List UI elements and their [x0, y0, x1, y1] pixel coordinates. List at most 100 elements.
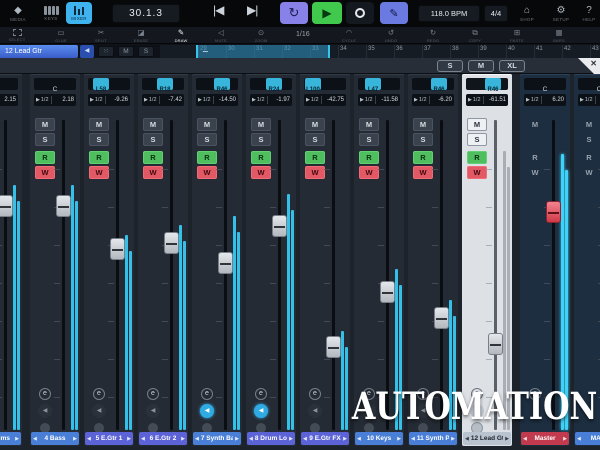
- tool-bars[interactable]: ▦BARS: [544, 28, 574, 43]
- mixer-size-medium-button[interactable]: M: [468, 60, 494, 72]
- level-readout[interactable]: ▶ 1/2 2.18: [34, 94, 76, 106]
- solo-button[interactable]: S: [305, 133, 325, 146]
- pan-thumb[interactable]: C: [578, 78, 600, 90]
- solo-button[interactable]: S: [89, 133, 109, 146]
- tool-split[interactable]: ✂SPLIT: [86, 28, 116, 43]
- pan-thumb[interactable]: C: [524, 78, 566, 90]
- automation-write-button[interactable]: W: [143, 166, 163, 179]
- pan-thumb[interactable]: R18: [157, 78, 173, 90]
- help-button[interactable]: ? HELP: [578, 1, 600, 26]
- mute-button[interactable]: M: [525, 118, 545, 131]
- automation-write-button[interactable]: W: [89, 166, 109, 179]
- automation-read-button[interactable]: R: [525, 151, 545, 164]
- media-button[interactable]: ◆ MEDIA: [2, 1, 34, 26]
- fader-handle[interactable]: [56, 195, 71, 217]
- monitor-button[interactable]: ◀: [308, 404, 322, 418]
- tool-select[interactable]: SELECT: [2, 28, 32, 43]
- channel-name-label[interactable]: ◀ 5 E.Gtr 1 ▶: [85, 432, 133, 445]
- level-readout[interactable]: ▶ 1/2 6.20: [524, 94, 566, 106]
- pan-thumb[interactable]: R46: [214, 78, 230, 90]
- mute-button[interactable]: M: [467, 118, 487, 131]
- fader-handle[interactable]: [488, 333, 503, 355]
- next-button[interactable]: ▶|: [247, 3, 257, 17]
- pan-slider[interactable]: R46: [466, 78, 508, 90]
- monitor-button[interactable]: ◀: [38, 404, 52, 418]
- pan-thumb[interactable]: C: [0, 78, 18, 90]
- keys-button[interactable]: KEYS: [38, 1, 64, 26]
- channel-edit-button[interactable]: e: [147, 388, 159, 400]
- tool-glue[interactable]: ▭GLUE: [46, 28, 76, 43]
- cycle-button[interactable]: ↻: [280, 2, 308, 24]
- level-readout[interactable]: ▶ 1/2 -14.50: [196, 94, 238, 106]
- automation-read-button[interactable]: R: [467, 151, 487, 164]
- track-mute-button[interactable]: M: [118, 46, 134, 57]
- snap-value[interactable]: 1/16: [296, 31, 310, 38]
- automation-write-button[interactable]: W: [35, 166, 55, 179]
- channel-name-label[interactable]: ◀ Master ▶: [521, 432, 569, 445]
- monitor-button[interactable]: ◀: [254, 404, 268, 418]
- tool-redo[interactable]: ↻REDO: [418, 28, 448, 43]
- automation-read-button[interactable]: R: [579, 151, 599, 164]
- tool-draw[interactable]: ✎DRAW: [166, 28, 196, 43]
- time-display[interactable]: 30.1.3: [112, 4, 180, 23]
- channel-edit-button[interactable]: e: [39, 388, 51, 400]
- monitor-button[interactable]: ◀: [146, 404, 160, 418]
- play-button[interactable]: ▶: [312, 2, 342, 24]
- fader-handle[interactable]: [272, 215, 287, 237]
- automation-write-button[interactable]: W: [251, 166, 271, 179]
- automation-read-button[interactable]: R: [197, 151, 217, 164]
- track-solo-button[interactable]: S: [138, 46, 154, 57]
- pan-slider[interactable]: R46: [196, 78, 238, 90]
- channel-edit-button[interactable]: e: [255, 388, 267, 400]
- monitor-button[interactable]: ◀: [92, 404, 106, 418]
- monitor-button[interactable]: ◀: [200, 404, 214, 418]
- pan-slider[interactable]: R46: [412, 78, 454, 90]
- solo-button[interactable]: S: [359, 133, 379, 146]
- fader-handle[interactable]: [110, 238, 125, 260]
- channel-name-label[interactable]: ◀ 10 Keys ▶: [355, 432, 403, 445]
- automation-read-button[interactable]: R: [359, 151, 379, 164]
- channel-edit-button[interactable]: e: [201, 388, 213, 400]
- fader-handle[interactable]: [434, 307, 449, 329]
- mixer-button[interactable]: MIXER: [66, 2, 92, 24]
- fader-handle[interactable]: [164, 232, 179, 254]
- automation-read-button[interactable]: R: [305, 151, 325, 164]
- pan-thumb[interactable]: L58: [93, 78, 109, 90]
- tool-paste[interactable]: ⊞PASTE: [502, 28, 532, 43]
- solo-button[interactable]: S: [143, 133, 163, 146]
- channel-edit-button[interactable]: e: [93, 388, 105, 400]
- pan-slider[interactable]: R24: [250, 78, 292, 90]
- automation-read-button[interactable]: R: [251, 151, 271, 164]
- time-signature-display[interactable]: 4/4: [484, 5, 508, 22]
- record-button[interactable]: [346, 2, 374, 24]
- automation-read-button[interactable]: R: [89, 151, 109, 164]
- mute-button[interactable]: M: [89, 118, 109, 131]
- automation-write-button[interactable]: W: [305, 166, 325, 179]
- channel-name-label[interactable]: ◀ 7 Synth Bass ▶: [193, 432, 241, 445]
- shop-button[interactable]: ⌂ SHOP: [512, 1, 542, 26]
- bpm-display[interactable]: 118.0 BPM: [418, 5, 480, 22]
- channel-edit-button[interactable]: e: [309, 388, 321, 400]
- mute-button[interactable]: M: [35, 118, 55, 131]
- mute-button[interactable]: M: [143, 118, 163, 131]
- channel-name-label[interactable]: ◀ 9 E.Gtr FX ▶: [301, 432, 349, 445]
- pan-slider[interactable]: L58: [88, 78, 130, 90]
- solo-button[interactable]: S: [467, 133, 487, 146]
- mute-button[interactable]: M: [305, 118, 325, 131]
- pan-slider[interactable]: C: [0, 78, 18, 90]
- mute-button[interactable]: M: [413, 118, 433, 131]
- automation-read-button[interactable]: R: [143, 151, 163, 164]
- pan-slider[interactable]: L47: [358, 78, 400, 90]
- level-readout[interactable]: ▶ 1/2 -61.51: [466, 94, 508, 106]
- solo-button[interactable]: S: [35, 133, 55, 146]
- automation-write-button[interactable]: W: [467, 166, 487, 179]
- automation-write-button[interactable]: W: [359, 166, 379, 179]
- channel-name-label[interactable]: ◀ 3 Drums ▶: [0, 432, 21, 445]
- pan-slider[interactable]: L100: [304, 78, 346, 90]
- automation-write-button[interactable]: W: [525, 166, 545, 179]
- mute-button[interactable]: M: [197, 118, 217, 131]
- tool-zoom[interactable]: ⊙ZOOM: [246, 28, 276, 43]
- pan-thumb[interactable]: R24: [266, 78, 282, 90]
- level-readout[interactable]: ▶ 1/2 -42.75: [304, 94, 346, 106]
- level-readout[interactable]: ▶ 1/2 -9.26: [88, 94, 130, 106]
